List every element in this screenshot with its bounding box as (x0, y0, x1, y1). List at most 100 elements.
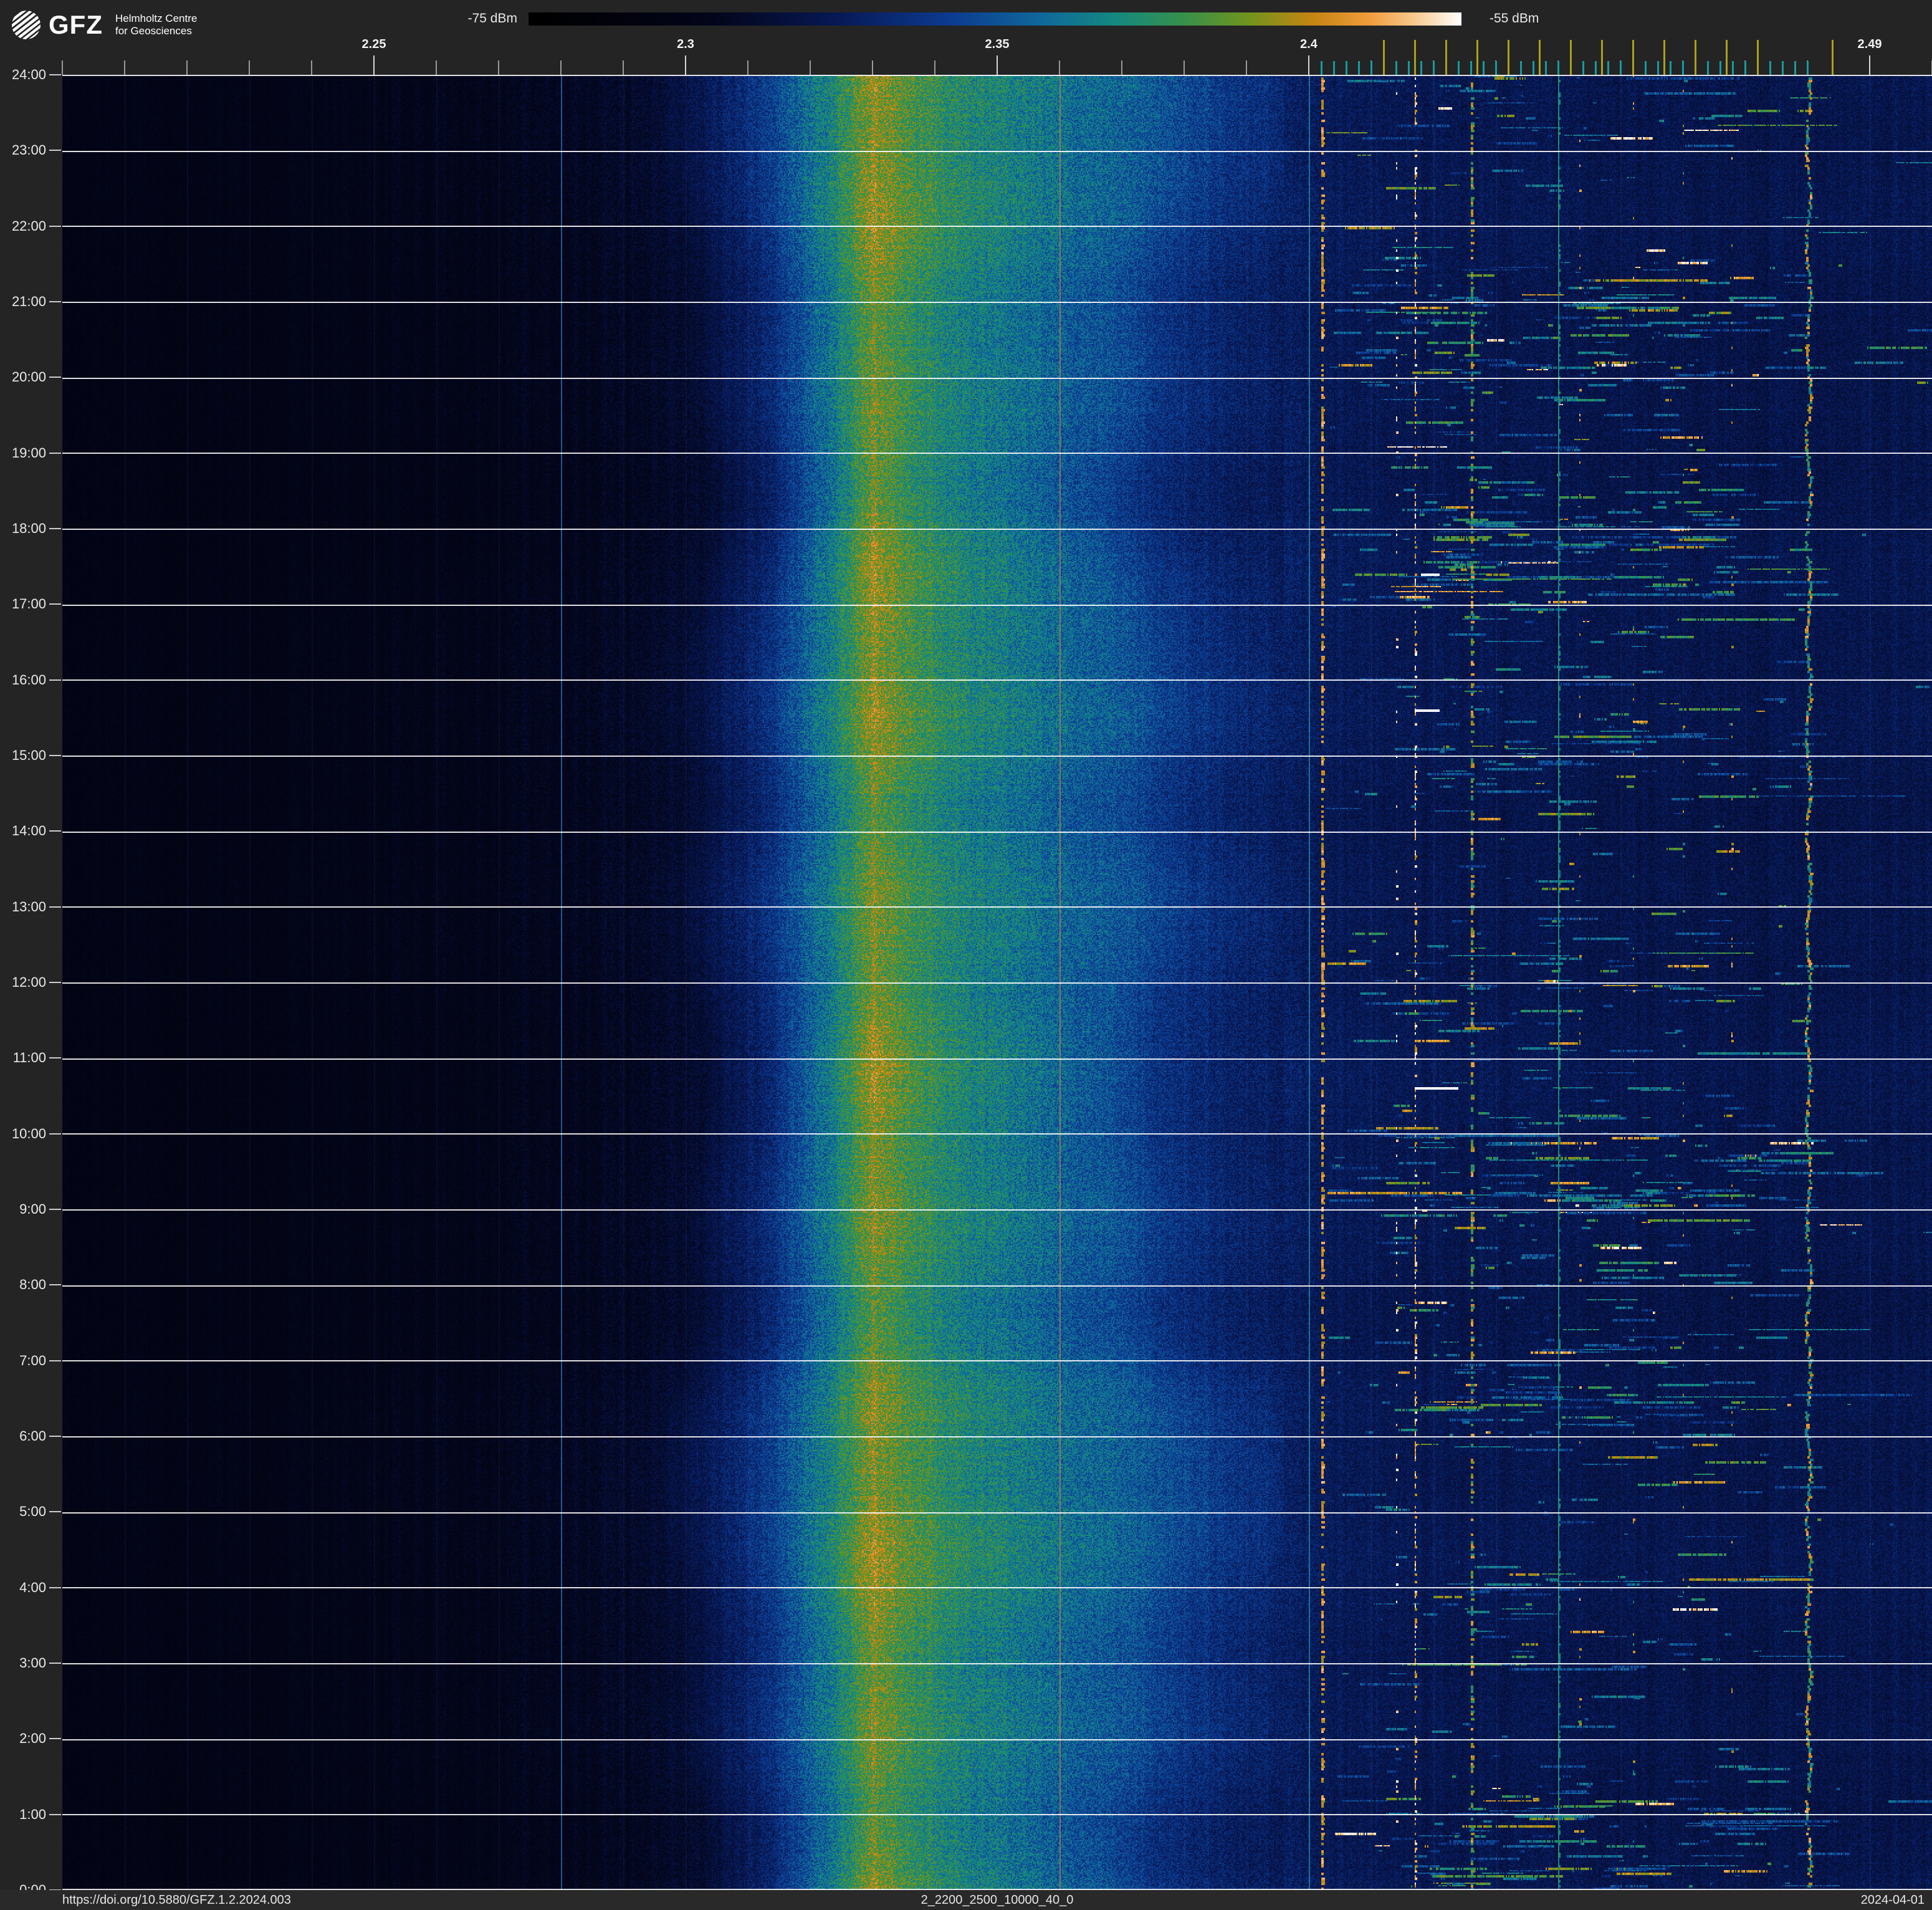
hour-label: 21:00 (11, 294, 46, 309)
logo-subtitle-line1: Helmholtz Centre (115, 12, 198, 24)
hour-tick (49, 1586, 61, 1588)
hour-tick (49, 1209, 61, 1210)
logo-org-text: GFZ (49, 10, 103, 39)
ble-channel-tick (1794, 61, 1796, 75)
freq-tick (498, 60, 499, 75)
hour-label: 9:00 (19, 1201, 46, 1217)
freq-tick (373, 55, 375, 75)
hour-label: 1:00 (19, 1806, 46, 1822)
wifi-channel-tick (1726, 40, 1728, 75)
hour-label: 10:00 (11, 1125, 46, 1141)
hour-label: 8:00 (19, 1277, 46, 1293)
freq-tick-label: 2.25 (361, 37, 386, 51)
hour-tick (49, 1663, 61, 1664)
colorbar (528, 12, 1461, 26)
hour-tick (49, 1057, 61, 1059)
ble-channel-tick (1433, 61, 1435, 75)
hour-tick (49, 301, 61, 302)
ble-channel-tick (1807, 61, 1809, 75)
ble-channel-tick (1744, 61, 1746, 75)
ble-channel-tick (1557, 61, 1559, 75)
hour-tick (49, 1360, 61, 1361)
freq-tick (1869, 55, 1870, 75)
ble-channel-tick (1358, 61, 1360, 75)
gfz-logo: GFZ Helmholtz Centre for Geosciences (11, 10, 197, 40)
freq-tick (436, 60, 437, 75)
hour-tick (49, 1284, 61, 1286)
freq-tick (747, 60, 748, 75)
ble-channel-tick (1495, 61, 1497, 75)
wifi-channel-tick (1414, 40, 1416, 75)
footer: https://doi.org/10.5880/GFZ.1.2.2024.003… (0, 1890, 1932, 1910)
hour-label: 11:00 (12, 1050, 46, 1066)
freq-tick (62, 60, 63, 75)
freq-tick (810, 60, 811, 75)
logo-subtitle-line2: for Geosciences (115, 25, 192, 37)
ble-channel-tick (1645, 61, 1647, 75)
hour-tick (49, 1738, 61, 1740)
hour-tick (49, 452, 61, 454)
colorbar-min-label: -75 dBm (467, 11, 517, 26)
ble-channel-tick (1458, 61, 1460, 75)
freq-tick (1246, 60, 1247, 75)
hour-tick (49, 982, 61, 983)
wifi-channel-tick (1476, 40, 1478, 75)
hour-label: 19:00 (11, 444, 46, 461)
freq-tick (934, 60, 935, 75)
colorbar-max-label: -55 dBm (1490, 11, 1539, 26)
spectrogram-canvas (62, 75, 1932, 1890)
spectrogram-page: { "header": { "logo": { "org": "GFZ", "l… (0, 0, 1932, 1910)
ble-channel-tick (1670, 61, 1671, 75)
ble-channel-tick (1370, 61, 1372, 75)
ble-channel-tick (1657, 61, 1659, 75)
freq-tick-label: 2.4 (1300, 37, 1317, 51)
freq-tick (311, 60, 312, 75)
ble-channel-tick (1682, 61, 1684, 75)
hour-label: 2:00 (19, 1730, 46, 1747)
wifi-channel-tick (1508, 40, 1509, 75)
freq-tick-label: 2.49 (1857, 37, 1882, 51)
hour-label: 24:00 (11, 67, 46, 82)
ble-channel-tick (1520, 61, 1522, 75)
hour-label: 20:00 (11, 369, 46, 385)
hour-tick (49, 830, 61, 832)
gfz-logo-icon (11, 10, 41, 40)
wifi-channel-tick (1539, 40, 1541, 75)
hour-tick (49, 603, 61, 605)
freq-tick (249, 60, 250, 75)
hour-tick (49, 377, 61, 378)
wifi-channel-tick (1832, 40, 1834, 75)
footer-dataset-id: 2_2200_2500_10000_40_0 (921, 1893, 1074, 1907)
ble-channel-tick (1346, 61, 1347, 75)
ble-channel-tick (1620, 61, 1622, 75)
logo-subtitle: Helmholtz Centre for Geosciences (115, 12, 197, 38)
ble-channel-tick (1545, 61, 1547, 75)
wifi-channel-tick (1445, 40, 1447, 75)
hour-tick (49, 74, 61, 75)
freq-tick (685, 55, 686, 75)
hour-label: 5:00 (19, 1504, 46, 1520)
hour-tick (49, 906, 61, 908)
hour-label: 17:00 (11, 596, 46, 612)
ble-channel-tick (1333, 61, 1335, 75)
wifi-channel-tick (1663, 40, 1665, 75)
hour-tick (49, 225, 61, 227)
ble-channel-tick (1483, 61, 1485, 75)
ble-channel-tick (1595, 61, 1597, 75)
hour-label: 6:00 (19, 1428, 46, 1444)
ble-channel-tick (1769, 61, 1771, 75)
freq-tick (560, 60, 562, 75)
ble-channel-tick (1470, 61, 1472, 75)
freq-tick (1059, 60, 1060, 75)
ble-channel-tick (1782, 61, 1784, 75)
wifi-channel-tick (1757, 40, 1759, 75)
ble-channel-tick (1719, 61, 1721, 75)
hour-tick (49, 1133, 61, 1135)
ble-channel-tick (1582, 61, 1584, 75)
hour-tick (49, 679, 61, 681)
freq-tick-label: 2.35 (985, 37, 1010, 51)
ble-channel-tick (1607, 61, 1609, 75)
freq-tick (1184, 60, 1185, 75)
wifi-channel-tick (1632, 40, 1634, 75)
hour-label: 7:00 (19, 1352, 46, 1368)
